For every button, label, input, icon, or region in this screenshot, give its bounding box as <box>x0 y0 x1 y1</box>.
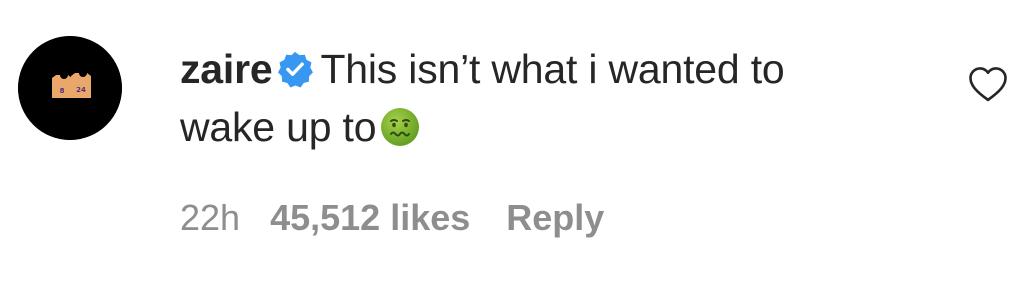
timestamp[interactable]: 22h <box>180 197 240 238</box>
svg-text:8: 8 <box>60 87 65 95</box>
comment-text-line2-wrap: wake up to <box>180 98 900 156</box>
likes-count[interactable]: 45,512 likes <box>270 197 470 238</box>
jersey-icon: 24 <box>71 73 91 98</box>
nauseated-face-icon <box>381 108 420 146</box>
svg-text:24: 24 <box>76 86 86 94</box>
verified-badge-icon <box>278 51 314 88</box>
comment-meta: 22h 45,512 likes Reply <box>180 196 604 240</box>
comment-text-line1: This isn’t what i wanted to <box>320 46 785 92</box>
comment-text: zaire This isn’t what i wanted to <box>180 40 900 98</box>
heart-outline-icon[interactable] <box>967 64 1009 106</box>
reply-button[interactable]: Reply <box>506 197 604 238</box>
username[interactable]: zaire <box>180 46 273 92</box>
comment: 8 24 zaire This isn’t what i wanted to w… <box>0 0 1024 296</box>
comment-text-line2: wake up to <box>180 104 377 150</box>
avatar[interactable]: 8 24 <box>18 36 122 140</box>
comment-body: zaire This isn’t what i wanted to wake u… <box>180 40 900 156</box>
